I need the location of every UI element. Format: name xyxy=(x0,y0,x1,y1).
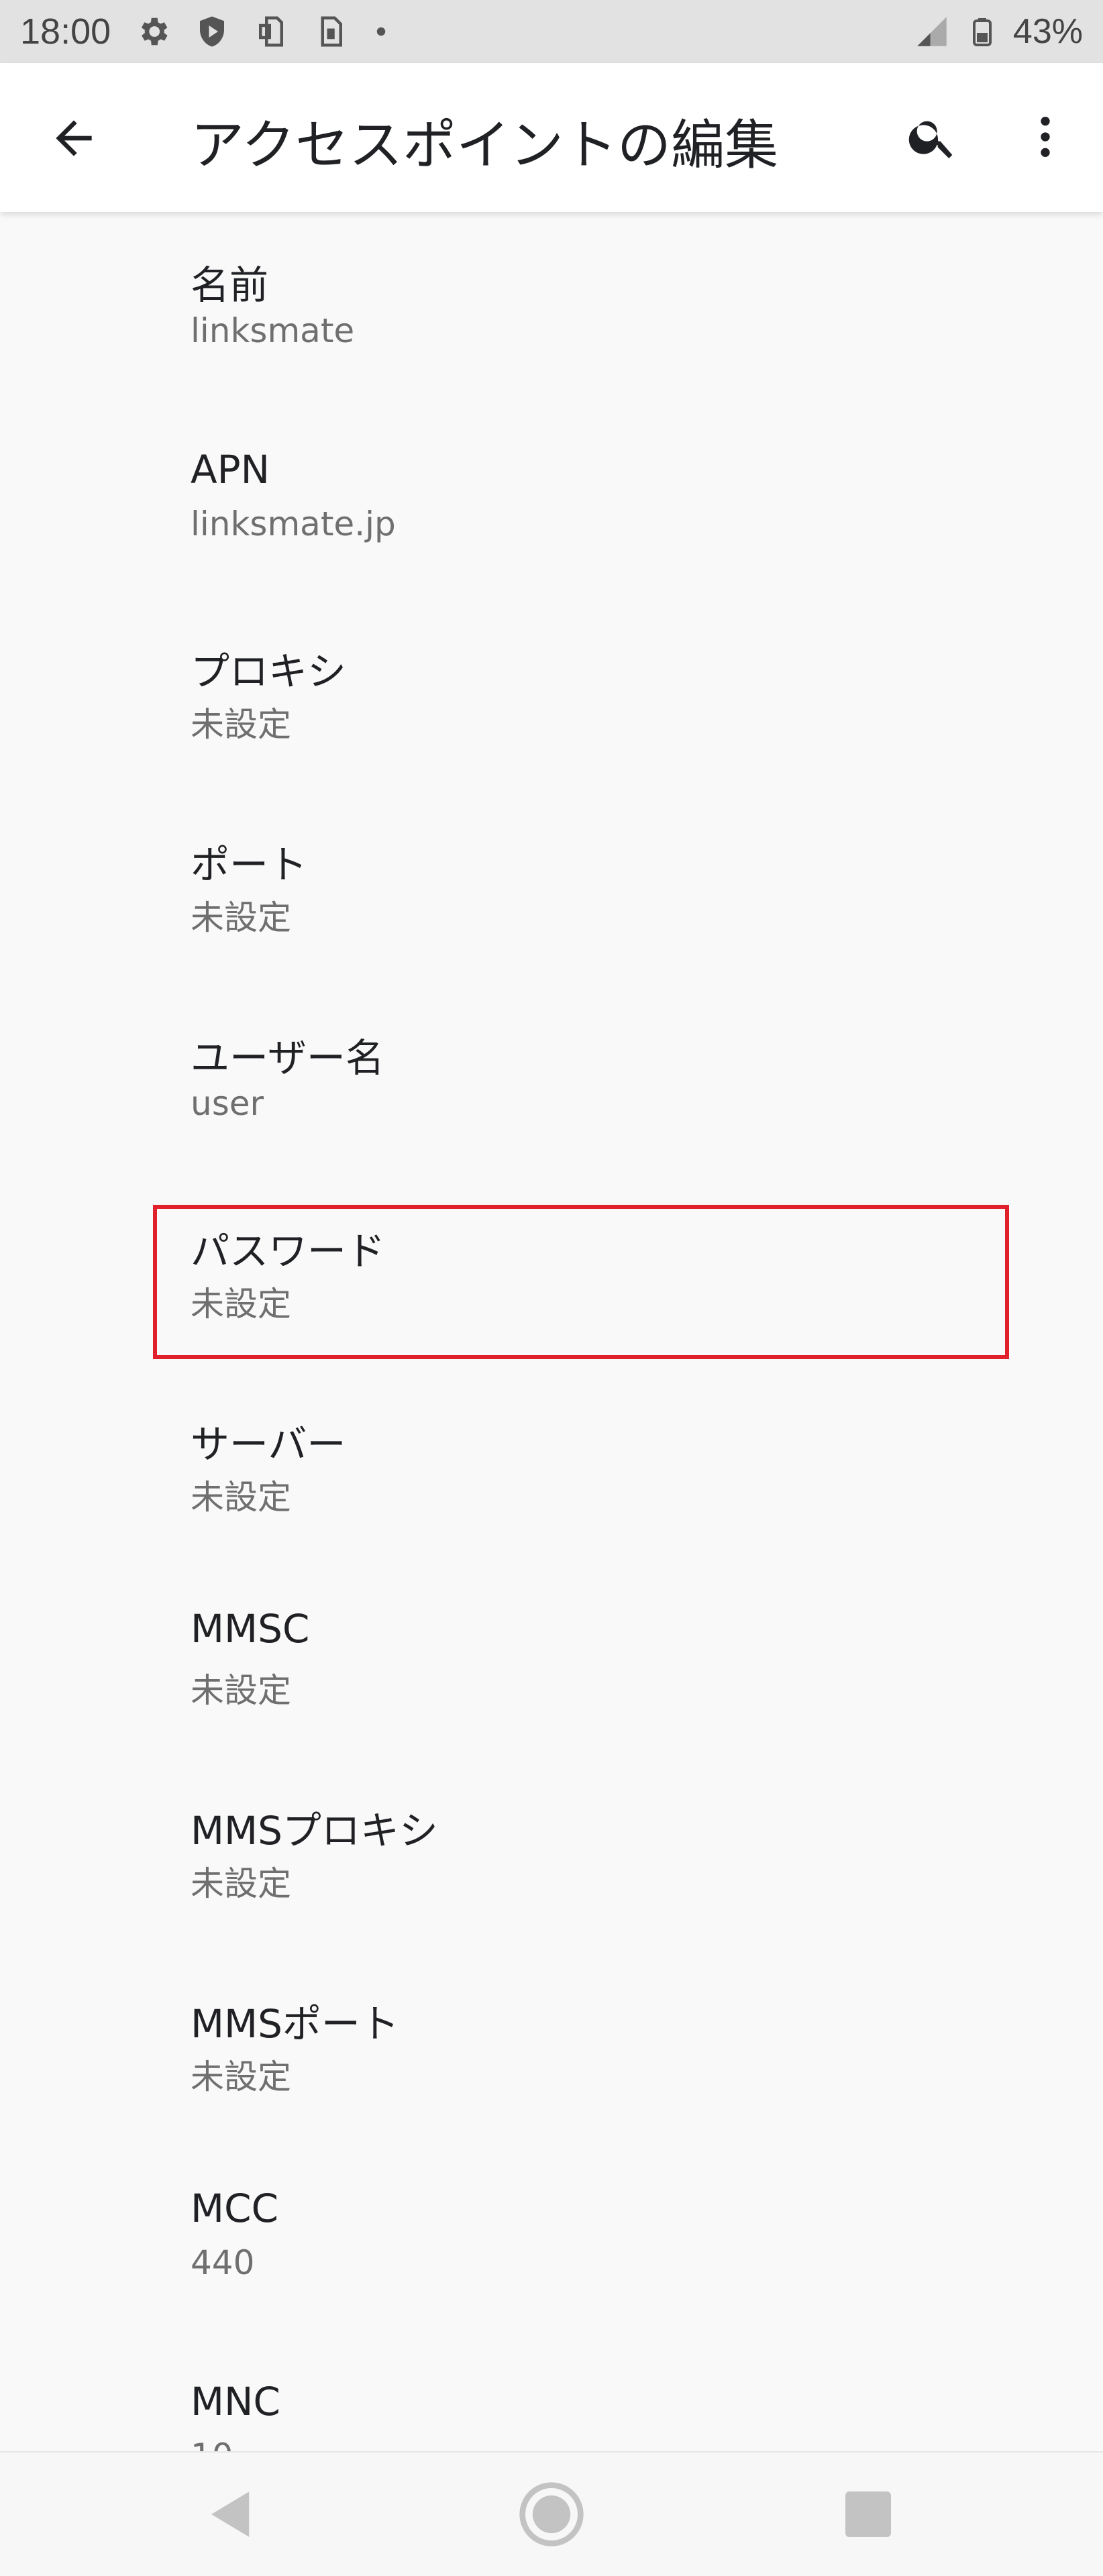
pref-summary: linksmate xyxy=(191,311,355,350)
back-button[interactable] xyxy=(42,106,106,170)
pref-title: ポート xyxy=(191,842,308,888)
pref-item-server[interactable]: サーバー 未設定 xyxy=(0,1371,1103,1564)
pref-title: プロキシ xyxy=(191,649,347,694)
status-time: 18:00 xyxy=(20,11,111,52)
pref-title: パスワード xyxy=(191,1228,386,1274)
page-title: アクセスポイントの編集 xyxy=(191,114,778,176)
pref-summary: linksmate.jp xyxy=(191,504,396,543)
pref-title: MCC xyxy=(191,2186,279,2231)
status-notification-icons xyxy=(135,13,391,50)
battery-percentage: 43% xyxy=(1012,12,1083,51)
pref-title: MNC xyxy=(191,2379,280,2424)
pref-item-mms-proxy[interactable]: MMSプロキシ 未設定 xyxy=(0,1758,1103,1951)
pref-title: 名前 xyxy=(191,262,269,308)
pref-title: APN xyxy=(191,447,270,492)
status-bar: 18:00 43% xyxy=(0,0,1103,63)
pref-summary: 440 xyxy=(191,2243,255,2282)
sim-card-icon xyxy=(321,16,343,47)
pref-title: MMSポート xyxy=(191,2001,399,2047)
more-vert-icon xyxy=(1041,117,1050,157)
pref-summary: 未設定 xyxy=(191,1285,291,1324)
pref-title: MMSプロキシ xyxy=(191,1808,438,1854)
pref-summary: 未設定 xyxy=(191,2057,291,2096)
pref-item-password[interactable]: パスワード 未設定 xyxy=(0,1178,1103,1371)
pref-summary: 未設定 xyxy=(191,1478,291,1517)
dot-icon xyxy=(376,27,386,36)
pref-item-proxy[interactable]: プロキシ 未設定 xyxy=(0,598,1103,792)
search-icon xyxy=(908,121,953,158)
pref-summary: 未設定 xyxy=(191,1864,291,1903)
pref-summary: 未設定 xyxy=(191,705,291,744)
pref-title: ユーザー名 xyxy=(191,1035,384,1081)
search-button[interactable] xyxy=(899,103,966,170)
pref-summary: 未設定 xyxy=(191,898,291,937)
nav-recents-icon[interactable] xyxy=(845,2491,891,2537)
pref-title: サーバー xyxy=(191,1421,346,1467)
pref-item-mms-port[interactable]: MMSポート 未設定 xyxy=(0,1951,1103,2144)
pref-item-port[interactable]: ポート 未設定 xyxy=(0,792,1103,985)
pref-item-username[interactable]: ユーザー名 user xyxy=(0,985,1103,1178)
status-system-icons: 43% xyxy=(912,11,1083,52)
navigation-bar xyxy=(0,2451,1103,2576)
signal-icon xyxy=(917,17,947,46)
pref-summary: user xyxy=(191,1084,264,1123)
app-bar: アクセスポイントの編集 xyxy=(0,63,1103,212)
nav-home-icon[interactable] xyxy=(517,2479,586,2549)
pref-item-apn[interactable]: APN linksmate.jp xyxy=(0,405,1103,598)
pref-item-mmsc[interactable]: MMSC 未設定 xyxy=(0,1564,1103,1758)
shield-icon xyxy=(200,16,225,47)
pref-item-name[interactable]: 名前 linksmate xyxy=(0,212,1103,405)
pref-summary: 未設定 xyxy=(191,1671,291,1710)
sim-card-icon xyxy=(259,16,284,47)
battery-icon xyxy=(972,18,992,46)
more-options-button[interactable] xyxy=(1012,103,1079,170)
pref-item-mcc[interactable]: MCC 440 xyxy=(0,2144,1103,2337)
pref-title: MMSC xyxy=(191,1606,310,1652)
nav-back-icon[interactable] xyxy=(201,2482,262,2546)
back-arrow-icon xyxy=(56,120,92,156)
gear-icon xyxy=(142,17,168,46)
